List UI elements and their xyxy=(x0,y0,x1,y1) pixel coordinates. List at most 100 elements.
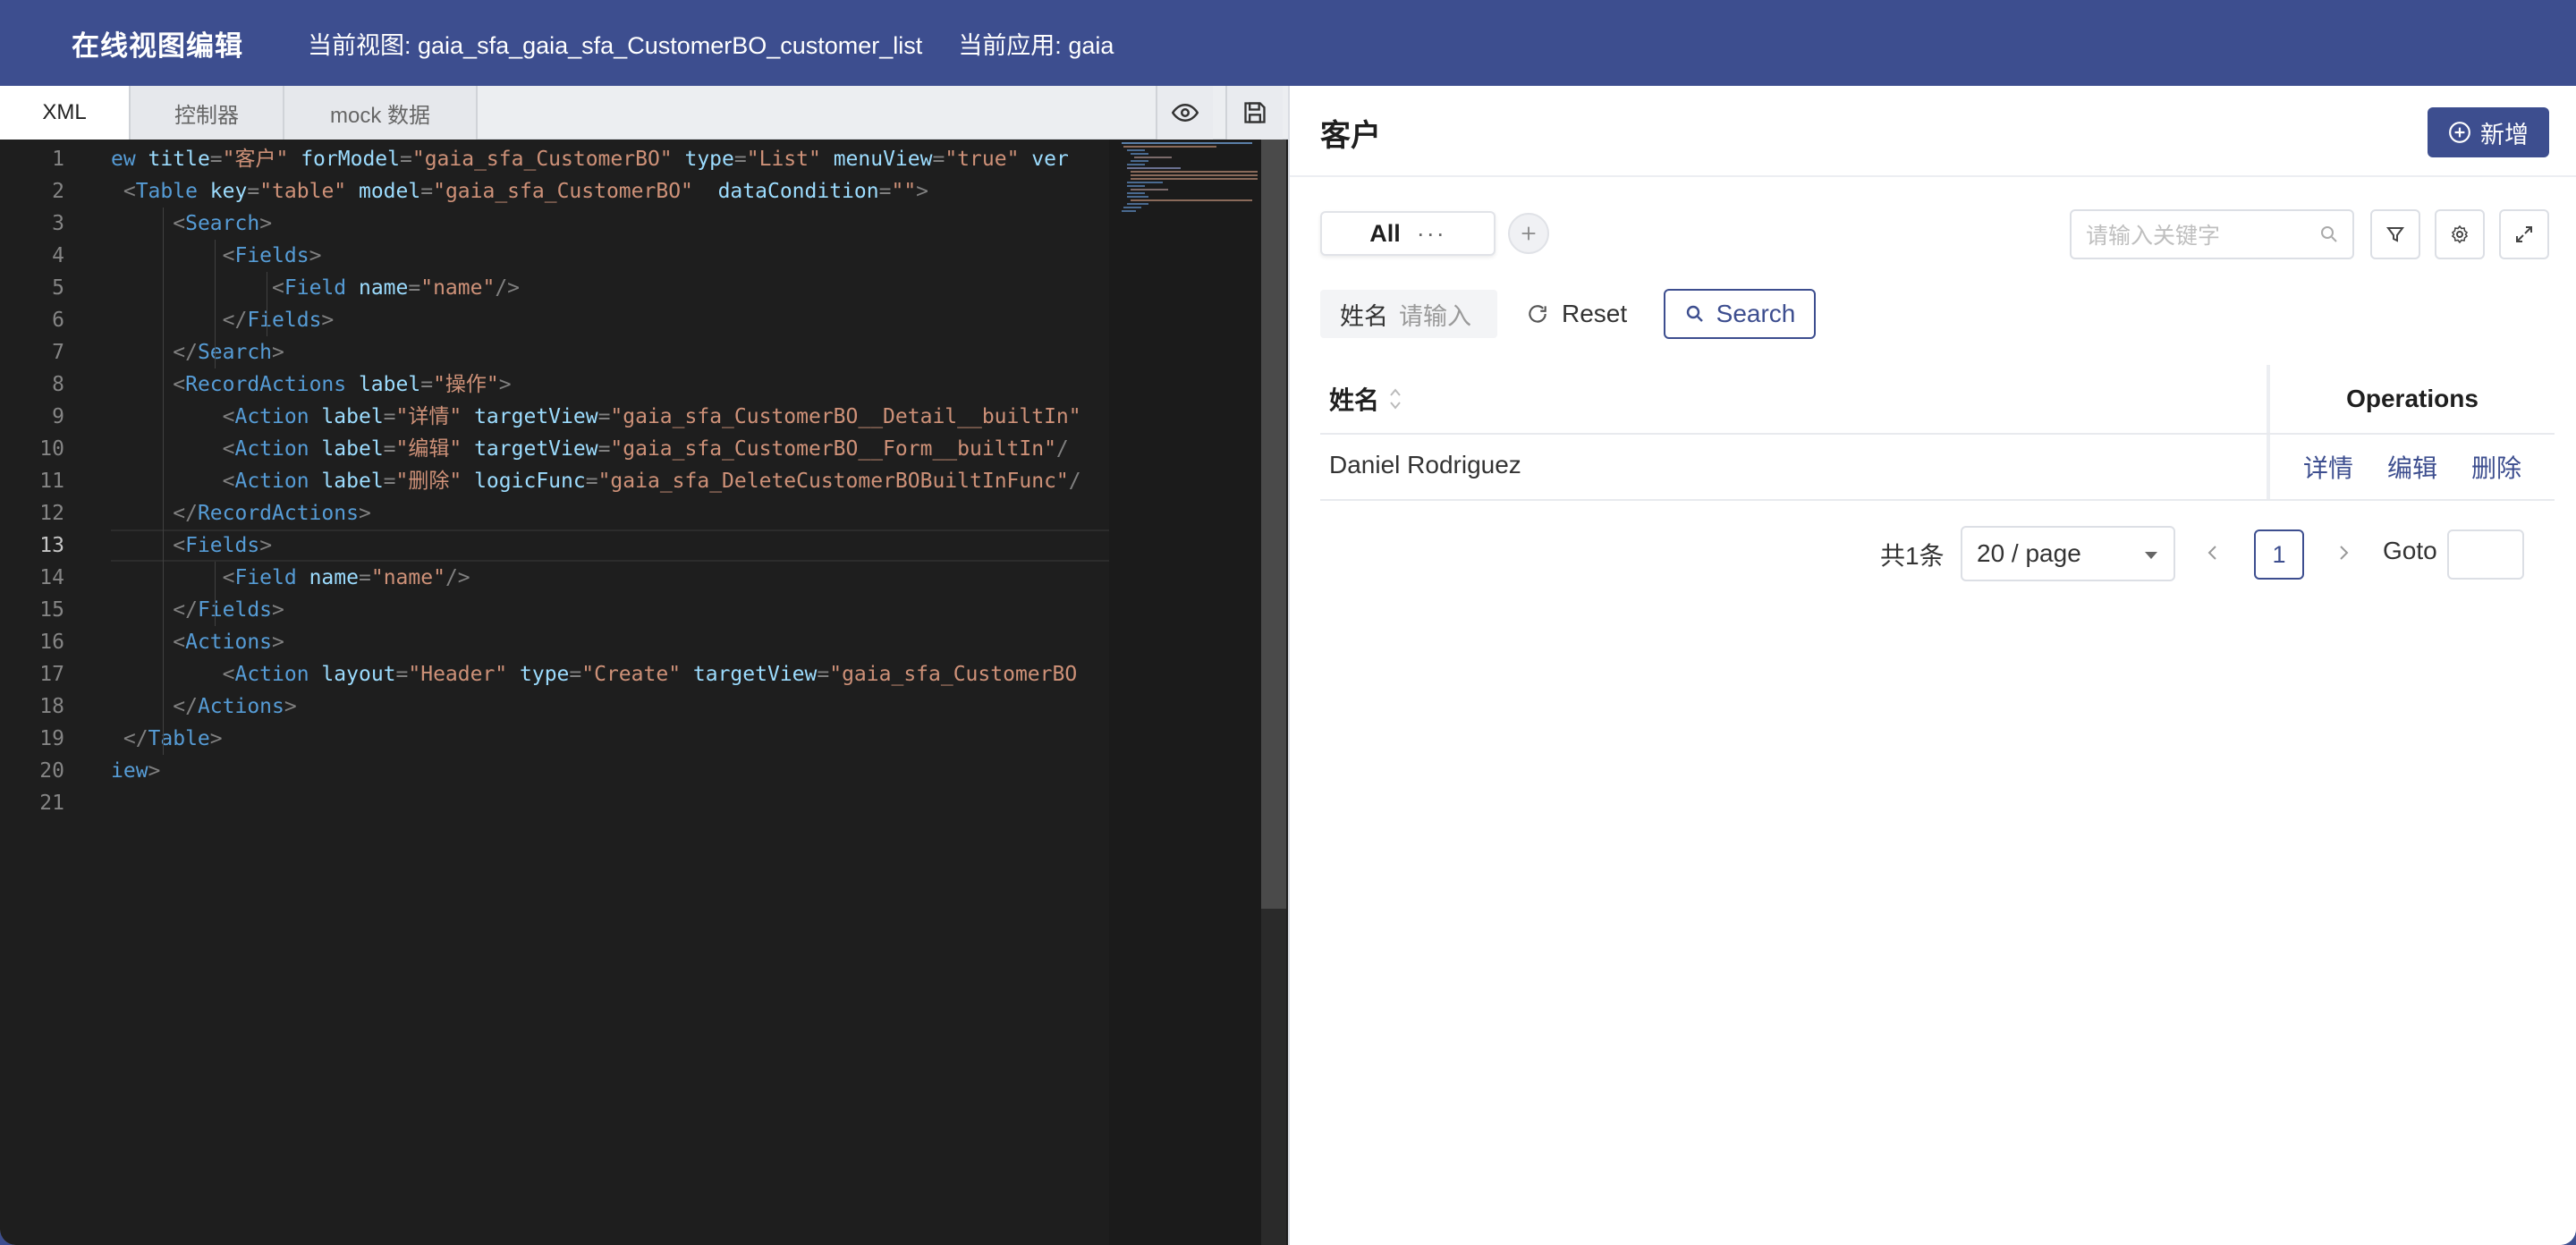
fullscreen-button[interactable] xyxy=(2499,209,2549,259)
tab-mock-data[interactable]: mock 数据 xyxy=(284,86,478,140)
code-token: Field xyxy=(284,276,347,300)
view-tab-all[interactable]: All ··· xyxy=(1320,211,1496,256)
sort-icon[interactable] xyxy=(1388,385,1402,412)
code-token: </ xyxy=(111,695,198,718)
reset-button[interactable]: Reset xyxy=(1526,290,1627,338)
line-number: 6 xyxy=(52,309,64,332)
code-line[interactable]: <Field name="name"/> xyxy=(111,272,520,304)
code-line[interactable]: iew> xyxy=(111,755,160,787)
filter-icon xyxy=(2386,227,2404,242)
code-token: label xyxy=(346,373,421,396)
code-token: > xyxy=(272,341,284,364)
add-view-button[interactable] xyxy=(1508,213,1549,254)
code-token: < xyxy=(111,566,235,589)
code-token: menuView xyxy=(820,148,933,171)
code-line[interactable]: <Action layout="Header" type="Create" ta… xyxy=(111,658,1078,690)
keyword-placeholder: 请输入关键字 xyxy=(2086,224,2221,249)
add-button[interactable]: 新增 xyxy=(2428,107,2549,157)
code-token: "true" xyxy=(945,148,1020,171)
name-filter-label: 姓名 xyxy=(1340,302,1388,330)
detail-link[interactable]: 详情 xyxy=(2303,449,2353,485)
code-token: ver xyxy=(1019,148,1069,171)
tab-xml[interactable]: XML xyxy=(0,86,131,140)
code-line[interactable]: <Search> xyxy=(111,208,272,240)
code-token: "编辑" xyxy=(395,437,462,461)
refresh-icon xyxy=(1529,305,1546,323)
column-header-name[interactable]: 姓名 xyxy=(1329,381,1402,417)
code-token: "gaia_sfa_CustomerBO" xyxy=(411,148,673,171)
code-token: = xyxy=(247,180,260,203)
page-size-select[interactable]: 20 / page xyxy=(1961,526,2175,581)
code-token: = xyxy=(420,373,434,396)
settings-button[interactable] xyxy=(2435,209,2485,259)
code-token: Search xyxy=(185,212,260,235)
code-token: logicFunc xyxy=(462,470,586,493)
code-token: = xyxy=(383,470,396,493)
code-token: Table xyxy=(135,180,198,203)
code-token: < xyxy=(111,405,235,428)
save-button[interactable] xyxy=(1225,86,1283,140)
code-line[interactable]: </Table> xyxy=(111,723,223,755)
line-number: 16 xyxy=(39,631,64,654)
line-number: 7 xyxy=(52,341,64,364)
code-token: > xyxy=(916,180,929,203)
code-token: > xyxy=(321,309,335,332)
code-token: < xyxy=(111,276,284,300)
code-area[interactable]: ew title="客户" forModel="gaia_sfa_Custome… xyxy=(111,140,1109,1245)
code-token: = xyxy=(358,566,371,589)
code-line[interactable]: <RecordActions label="操作"> xyxy=(111,368,511,401)
indent-guide xyxy=(163,401,164,755)
code-line[interactable]: </Actions> xyxy=(111,690,297,723)
code-token: = xyxy=(733,148,747,171)
edit-link[interactable]: 编辑 xyxy=(2387,449,2437,485)
code-token: = xyxy=(209,148,223,171)
gear-icon xyxy=(2451,224,2469,244)
keyword-search-input[interactable]: 请输入关键字 xyxy=(2070,209,2354,259)
chevron-right-icon[interactable] xyxy=(2333,538,2354,567)
code-token: "操作" xyxy=(433,373,499,396)
code-token: "List" xyxy=(746,148,821,171)
code-token: > xyxy=(209,727,223,750)
code-editor[interactable]: 1 2 3 4 5 6 7 8 9 10 11 12 13 14 15 16 17 18 19 20 21 ew tit… xyxy=(0,140,1288,1245)
preview-button[interactable] xyxy=(1156,86,1213,140)
search-icon xyxy=(1686,305,1703,322)
tab-controller[interactable]: 控制器 xyxy=(131,86,284,140)
goto-input[interactable] xyxy=(2447,529,2524,580)
code-line[interactable]: ew title="客户" forModel="gaia_sfa_Custome… xyxy=(111,143,1069,175)
code-token: RecordActions xyxy=(185,373,347,396)
code-line[interactable]: <Fields> xyxy=(111,240,322,272)
code-line[interactable]: <Actions> xyxy=(111,626,284,658)
code-line[interactable]: <Field name="name"/> xyxy=(111,562,470,594)
editor-scrollbar[interactable] xyxy=(1261,140,1286,1245)
code-line[interactable]: <Fields> xyxy=(111,529,272,562)
code-line[interactable]: </Search> xyxy=(111,336,284,368)
chevron-left-icon[interactable] xyxy=(2202,538,2224,567)
code-line[interactable]: </Fields> xyxy=(111,594,284,626)
code-token: type xyxy=(507,663,570,686)
code-token: key xyxy=(197,180,248,203)
name-filter-field[interactable]: 姓名 请输入 xyxy=(1320,290,1497,338)
plus-circle-icon xyxy=(2449,122,2470,143)
code-token: < xyxy=(111,663,235,686)
code-line[interactable]: </Fields> xyxy=(111,304,335,336)
search-button[interactable]: Search xyxy=(1664,289,1816,339)
code-line[interactable]: </RecordActions> xyxy=(111,497,371,529)
code-line[interactable]: <Action label="详情" targetView="gaia_sfa_… xyxy=(111,401,1081,433)
code-line[interactable]: <Action label="删除" logicFunc="gaia_sfa_D… xyxy=(111,465,1081,497)
search-label: Search xyxy=(1716,300,1796,327)
code-token: </ xyxy=(111,309,248,332)
code-token: = xyxy=(817,663,830,686)
line-number: 11 xyxy=(39,470,64,493)
delete-link[interactable]: 删除 xyxy=(2471,449,2521,485)
code-line[interactable]: <Table key="table" model="gaia_sfa_Custo… xyxy=(111,175,928,208)
code-token: = xyxy=(383,405,396,428)
more-icon[interactable]: ··· xyxy=(1417,220,1446,248)
filter-button[interactable] xyxy=(2370,209,2420,259)
code-token: "gaia_sfa_CustomerBO__Form__builtIn" xyxy=(610,437,1056,461)
cell-operations: 详情 编辑 删除 xyxy=(2267,435,2555,499)
page-number-current[interactable]: 1 xyxy=(2254,529,2304,580)
minimap[interactable] xyxy=(1109,140,1261,1245)
code-line[interactable]: <Action label="编辑" targetView="gaia_sfa_… xyxy=(111,433,1069,465)
editor-scroll-thumb[interactable] xyxy=(1261,140,1286,909)
code-token: > xyxy=(284,695,297,718)
